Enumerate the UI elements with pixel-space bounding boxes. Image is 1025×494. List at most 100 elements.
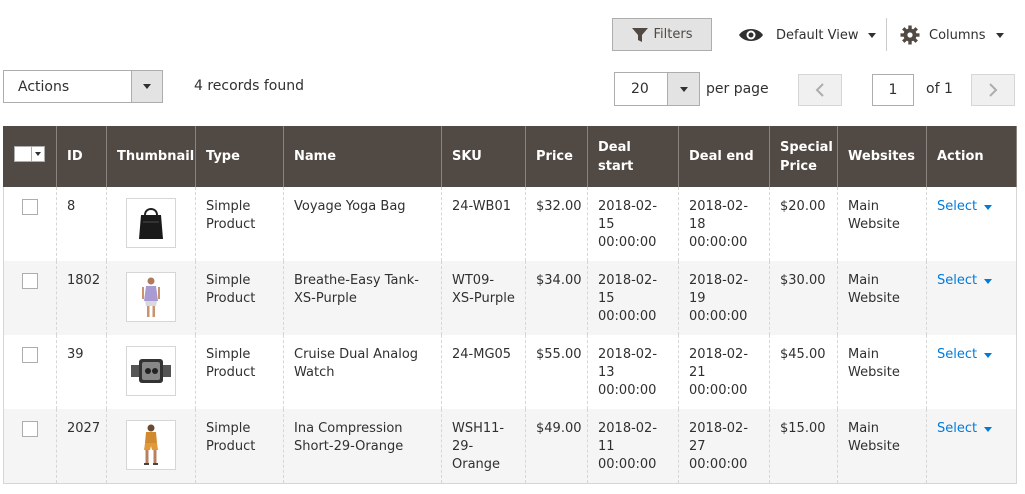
cell-sku: WT09-XS-Purple	[441, 261, 526, 335]
cell-sku: WSH11-29-Orange	[441, 409, 526, 484]
per-page-dropdown[interactable]: 20	[614, 72, 700, 106]
grid-header-row: ID Thumbnail Type Name SKU Price Deal st…	[3, 126, 1017, 187]
cell-id: 39	[56, 335, 107, 409]
cell-websites: Main Website	[837, 409, 927, 484]
cell-deal-end: 2018-02-21 00:00:00	[678, 335, 770, 409]
col-header-deal-start[interactable]: Deal start	[587, 126, 679, 187]
row-action-select[interactable]: Select	[937, 346, 993, 364]
col-header-special-price[interactable]: Special Price	[769, 126, 838, 187]
shorts-model-icon	[144, 424, 158, 465]
cell-price: $32.00	[525, 187, 588, 261]
cell-type: Simple Product	[195, 335, 284, 409]
cell-name: Ina Compression Short-29-Orange	[283, 409, 442, 484]
col-header-thumbnail: Thumbnail	[106, 126, 196, 187]
select-label: Select	[937, 347, 978, 362]
per-page-label: per page	[706, 81, 769, 97]
cell-deal-end: 2018-02-19 00:00:00	[678, 261, 770, 335]
cell-thumbnail	[106, 409, 196, 484]
page-number-input[interactable]	[872, 74, 914, 106]
product-thumbnail[interactable]	[126, 272, 176, 322]
row-select-cell	[3, 187, 57, 261]
cell-sku: 24-WB01	[441, 187, 526, 261]
mass-select-checkbox[interactable]	[14, 146, 45, 162]
col-header-type[interactable]: Type	[195, 126, 284, 187]
row-action-select[interactable]: Select	[937, 198, 993, 216]
select-label: Select	[937, 199, 978, 214]
product-thumbnail[interactable]	[126, 346, 176, 396]
cell-sku: 24-MG05	[441, 335, 526, 409]
table-row[interactable]: 8 Simple Product Voyage Yoga Bag 24-WB01…	[3, 187, 1017, 261]
product-thumbnail[interactable]	[126, 198, 176, 248]
cell-type: Simple Product	[195, 409, 284, 484]
row-checkbox[interactable]	[22, 347, 38, 363]
chevron-down-icon	[995, 32, 1004, 38]
col-header-price[interactable]: Price	[525, 126, 588, 187]
cell-action: Select	[926, 335, 1017, 409]
view-switcher[interactable]: Default View	[738, 22, 877, 48]
cell-deal-start: 2018-02-13 00:00:00	[587, 335, 679, 409]
col-header-name[interactable]: Name	[283, 126, 442, 187]
col-header-websites[interactable]: Websites	[837, 126, 927, 187]
cell-action: Select	[926, 261, 1017, 335]
cell-thumbnail	[106, 335, 196, 409]
chevron-left-icon	[815, 83, 824, 97]
select-label: Select	[937, 273, 978, 288]
mass-select-header	[3, 126, 57, 187]
per-page-toggle[interactable]	[667, 73, 699, 105]
next-page-button[interactable]	[971, 74, 1015, 106]
cell-id: 8	[56, 187, 107, 261]
cell-action: Select	[926, 187, 1017, 261]
tank-top-model-icon	[142, 277, 160, 317]
cell-deal-start: 2018-02-15 00:00:00	[587, 187, 679, 261]
cell-deal-end: 2018-02-27 00:00:00	[678, 409, 770, 484]
bag-icon	[139, 208, 163, 239]
table-row[interactable]: 39 Simple Product Cruise Dual Analog Wat…	[3, 335, 1017, 409]
table-row[interactable]: 1802 Simple Product Breathe-Easy Tank-XS…	[3, 261, 1017, 335]
row-checkbox[interactable]	[22, 421, 38, 437]
view-label: Default View	[776, 27, 859, 43]
cell-deal-start: 2018-02-11 00:00:00	[587, 409, 679, 484]
gear-icon	[900, 25, 920, 45]
col-header-sku[interactable]: SKU	[441, 126, 526, 187]
product-thumbnail[interactable]	[126, 420, 176, 470]
mass-select-box	[15, 147, 31, 161]
row-checkbox[interactable]	[22, 199, 38, 215]
actions-label: Actions	[18, 78, 70, 95]
col-header-deal-end[interactable]: Deal end	[678, 126, 770, 187]
page-total: of 1	[926, 81, 953, 97]
filters-button[interactable]: Filters	[612, 18, 712, 51]
per-page-value: 20	[631, 81, 649, 97]
mass-select-toggle[interactable]	[31, 147, 44, 161]
chevron-down-icon	[143, 84, 151, 89]
cell-special-price: $15.00	[769, 409, 838, 484]
chevron-down-icon	[984, 352, 993, 358]
cell-price: $55.00	[525, 335, 588, 409]
table-row[interactable]: 2027 Simple Product Ina Compression Shor…	[3, 409, 1017, 484]
row-action-select[interactable]: Select	[937, 272, 993, 290]
cell-type: Simple Product	[195, 261, 284, 335]
records-count: 4 records found	[194, 78, 304, 94]
cell-websites: Main Website	[837, 261, 927, 335]
watch-icon	[131, 359, 171, 383]
chevron-down-icon	[868, 32, 877, 38]
cell-price: $49.00	[525, 409, 588, 484]
toolbar-divider	[886, 18, 887, 51]
prev-page-button[interactable]	[798, 74, 842, 106]
cell-thumbnail	[106, 187, 196, 261]
cell-deal-start: 2018-02-15 00:00:00	[587, 261, 679, 335]
col-header-id[interactable]: ID	[56, 126, 107, 187]
row-checkbox[interactable]	[22, 273, 38, 289]
actions-dropdown[interactable]: Actions	[3, 70, 163, 103]
cell-websites: Main Website	[837, 335, 927, 409]
chevron-right-icon	[989, 83, 998, 97]
actions-dropdown-toggle[interactable]	[131, 71, 162, 102]
row-select-cell	[3, 335, 57, 409]
cell-id: 2027	[56, 409, 107, 484]
products-grid: ID Thumbnail Type Name SKU Price Deal st…	[3, 126, 1017, 484]
cell-special-price: $20.00	[769, 187, 838, 261]
select-label: Select	[937, 421, 978, 436]
row-action-select[interactable]: Select	[937, 420, 993, 438]
cell-type: Simple Product	[195, 187, 284, 261]
cell-deal-end: 2018-02-18 00:00:00	[678, 187, 770, 261]
columns-button[interactable]: Columns	[900, 22, 1004, 48]
